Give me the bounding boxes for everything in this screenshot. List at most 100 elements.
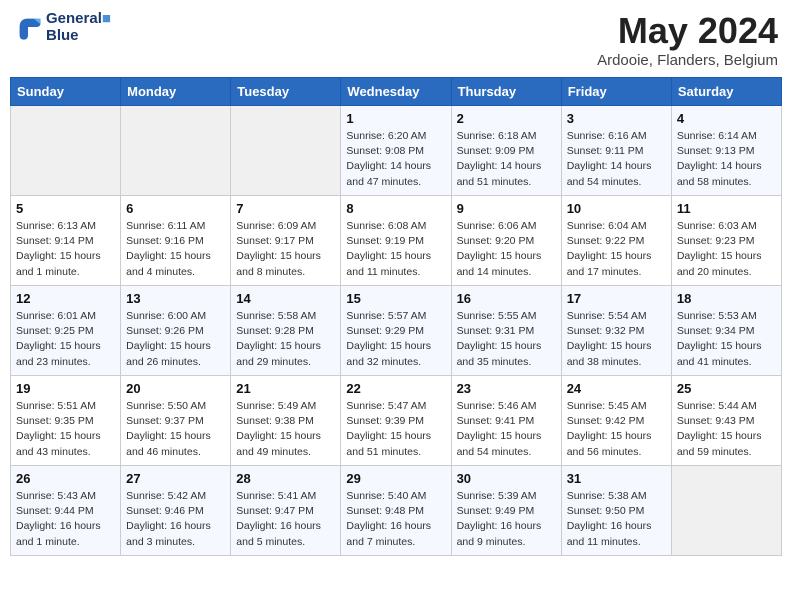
day-number: 22 [346,381,445,396]
title-section: May 2024 Ardooie, Flanders, Belgium [597,10,778,69]
calendar-cell [11,106,121,196]
day-info: Sunrise: 5:38 AMSunset: 9:50 PMDaylight:… [567,489,666,550]
day-info: Sunrise: 5:51 AMSunset: 9:35 PMDaylight:… [16,399,115,460]
day-number: 4 [677,111,776,126]
calendar-cell: 9 Sunrise: 6:06 AMSunset: 9:20 PMDaylight… [451,196,561,286]
calendar-cell: 11Sunrise: 6:03 AMSunset: 9:23 PMDayligh… [671,196,781,286]
day-header-wednesday: Wednesday [341,78,451,106]
calendar-cell: 13 Sunrise: 6:00 AMSunset: 9:26 PMDayligh… [121,286,231,376]
logo-icon [14,13,42,41]
calendar-cell: 2Sunrise: 6:18 AMSunset: 9:09 PMDaylight… [451,106,561,196]
day-info: Sunrise: 6:14 AMSunset: 9:13 PMDaylight:… [677,129,776,190]
day-number: 31 [567,471,666,486]
logo-text: General■ Blue [46,10,111,44]
day-number: 8 [346,201,445,216]
day-info: Sunrise: 6:01 AMSunset: 9:25 PMDaylight:… [16,309,115,370]
calendar-cell [231,106,341,196]
day-header-sunday: Sunday [11,78,121,106]
calendar-cell: 16 Sunrise: 5:55 AMSunset: 9:31 PMDayligh… [451,286,561,376]
calendar-cell: 6 Sunrise: 6:11 AMSunset: 9:16 PMDaylight… [121,196,231,286]
day-info: Sunrise: 5:58 AMSunset: 9:28 PMDaylight:… [236,309,335,370]
day-number: 21 [236,381,335,396]
day-info: Sunrise: 6:09 AMSunset: 9:17 PMDaylight:… [236,219,335,280]
calendar-cell: 29 Sunrise: 5:40 AMSunset: 9:48 PMDayligh… [341,466,451,556]
page-header: General■ Blue May 2024 Ardooie, Flanders… [10,10,782,69]
day-info: Sunrise: 6:20 AMSunset: 9:08 PMDaylight:… [346,129,445,190]
week-row-5: 26Sunrise: 5:43 AMSunset: 9:44 PMDayligh… [11,466,782,556]
day-info: Sunrise: 5:42 AMSunset: 9:46 PMDaylight:… [126,489,225,550]
calendar-cell: 18Sunrise: 5:53 AMSunset: 9:34 PMDayligh… [671,286,781,376]
calendar-cell: 1 Sunrise: 6:20 AMSunset: 9:08 PMDaylight… [341,106,451,196]
calendar-cell: 12 Sunrise: 6:01 AMSunset: 9:25 PMDayligh… [11,286,121,376]
day-header-tuesday: Tuesday [231,78,341,106]
day-number: 27 [126,471,225,486]
day-info: Sunrise: 5:45 AMSunset: 9:42 PMDaylight:… [567,399,666,460]
day-info: Sunrise: 5:57 AMSunset: 9:29 PMDaylight:… [346,309,445,370]
day-number: 1 [346,111,445,126]
calendar-cell: 4 Sunrise: 6:14 AMSunset: 9:13 PMDaylight… [671,106,781,196]
calendar-cell: 27 Sunrise: 5:42 AMSunset: 9:46 PMDayligh… [121,466,231,556]
day-info: Sunrise: 5:47 AMSunset: 9:39 PMDaylight:… [346,399,445,460]
day-number: 30 [457,471,556,486]
calendar-cell [121,106,231,196]
day-number: 6 [126,201,225,216]
calendar-cell: 23 Sunrise: 5:46 AMSunset: 9:41 PMDayligh… [451,376,561,466]
day-number: 10 [567,201,666,216]
calendar-cell: 31 Sunrise: 5:38 AMSunset: 9:50 PMDayligh… [561,466,671,556]
location-title: Ardooie, Flanders, Belgium [597,52,778,69]
day-info: Sunrise: 5:50 AMSunset: 9:37 PMDaylight:… [126,399,225,460]
calendar-cell: 3Sunrise: 6:16 AMSunset: 9:11 PMDaylight… [561,106,671,196]
calendar-cell: 25 Sunrise: 5:44 AMSunset: 9:43 PMDayligh… [671,376,781,466]
day-info: Sunrise: 5:49 AMSunset: 9:38 PMDaylight:… [236,399,335,460]
day-number: 19 [16,381,115,396]
day-header-friday: Friday [561,78,671,106]
day-info: Sunrise: 6:11 AMSunset: 9:16 PMDaylight:… [126,219,225,280]
day-number: 25 [677,381,776,396]
calendar-cell: 26Sunrise: 5:43 AMSunset: 9:44 PMDayligh… [11,466,121,556]
calendar-cell: 22 Sunrise: 5:47 AMSunset: 9:39 PMDayligh… [341,376,451,466]
day-info: Sunrise: 6:00 AMSunset: 9:26 PMDaylight:… [126,309,225,370]
week-row-1: 1 Sunrise: 6:20 AMSunset: 9:08 PMDaylight… [11,106,782,196]
day-info: Sunrise: 5:43 AMSunset: 9:44 PMDaylight:… [16,489,115,550]
logo: General■ Blue [14,10,111,44]
day-number: 7 [236,201,335,216]
day-info: Sunrise: 6:18 AMSunset: 9:09 PMDaylight:… [457,129,556,190]
calendar-cell: 28Sunrise: 5:41 AMSunset: 9:47 PMDayligh… [231,466,341,556]
calendar-table: SundayMondayTuesdayWednesdayThursdayFrid… [10,77,782,556]
day-number: 12 [16,291,115,306]
day-number: 5 [16,201,115,216]
day-header-monday: Monday [121,78,231,106]
day-number: 15 [346,291,445,306]
calendar-cell: 20Sunrise: 5:50 AMSunset: 9:37 PMDayligh… [121,376,231,466]
calendar-cell: 10 Sunrise: 6:04 AMSunset: 9:22 PMDayligh… [561,196,671,286]
day-info: Sunrise: 6:13 AMSunset: 9:14 PMDaylight:… [16,219,115,280]
day-number: 17 [567,291,666,306]
day-info: Sunrise: 5:54 AMSunset: 9:32 PMDaylight:… [567,309,666,370]
day-info: Sunrise: 5:39 AMSunset: 9:49 PMDaylight:… [457,489,556,550]
day-info: Sunrise: 5:44 AMSunset: 9:43 PMDaylight:… [677,399,776,460]
day-info: Sunrise: 6:06 AMSunset: 9:20 PMDaylight:… [457,219,556,280]
calendar-cell: 7 Sunrise: 6:09 AMSunset: 9:17 PMDaylight… [231,196,341,286]
calendar-cell: 24 Sunrise: 5:45 AMSunset: 9:42 PMDayligh… [561,376,671,466]
day-number: 16 [457,291,556,306]
day-info: Sunrise: 6:16 AMSunset: 9:11 PMDaylight:… [567,129,666,190]
header-row: SundayMondayTuesdayWednesdayThursdayFrid… [11,78,782,106]
day-number: 29 [346,471,445,486]
calendar-cell: 21 Sunrise: 5:49 AMSunset: 9:38 PMDayligh… [231,376,341,466]
calendar-cell: 8Sunrise: 6:08 AMSunset: 9:19 PMDaylight… [341,196,451,286]
day-info: Sunrise: 5:55 AMSunset: 9:31 PMDaylight:… [457,309,556,370]
calendar-cell: 19 Sunrise: 5:51 AMSunset: 9:35 PMDayligh… [11,376,121,466]
day-header-thursday: Thursday [451,78,561,106]
week-row-2: 5 Sunrise: 6:13 AMSunset: 9:14 PMDaylight… [11,196,782,286]
day-info: Sunrise: 5:46 AMSunset: 9:41 PMDaylight:… [457,399,556,460]
week-row-4: 19 Sunrise: 5:51 AMSunset: 9:35 PMDayligh… [11,376,782,466]
day-number: 24 [567,381,666,396]
calendar-cell: 17 Sunrise: 5:54 AMSunset: 9:32 PMDayligh… [561,286,671,376]
day-info: Sunrise: 5:40 AMSunset: 9:48 PMDaylight:… [346,489,445,550]
day-info: Sunrise: 6:03 AMSunset: 9:23 PMDaylight:… [677,219,776,280]
day-info: Sunrise: 6:04 AMSunset: 9:22 PMDaylight:… [567,219,666,280]
week-row-3: 12 Sunrise: 6:01 AMSunset: 9:25 PMDayligh… [11,286,782,376]
day-number: 23 [457,381,556,396]
day-number: 9 [457,201,556,216]
day-number: 13 [126,291,225,306]
